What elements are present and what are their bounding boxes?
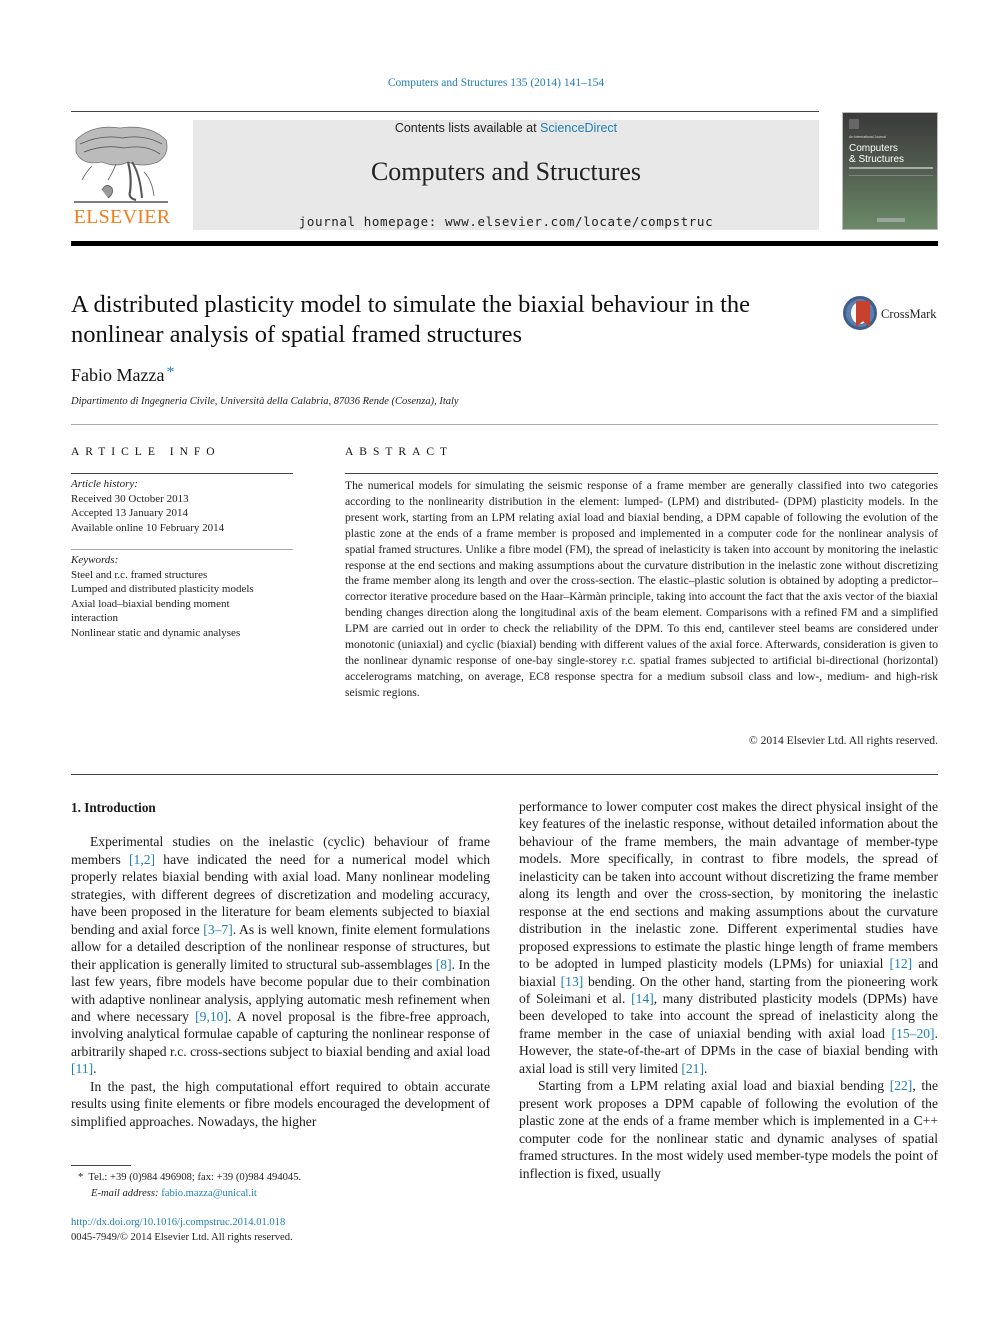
paragraph-text: .	[704, 1060, 708, 1076]
footnote-contact: Tel.: +39 (0)984 496908; fax: +39 (0)984…	[88, 1172, 302, 1183]
crossmark-icon	[843, 296, 877, 330]
paragraph-text: , the present work proposes a DPM capabl…	[519, 1078, 938, 1181]
body-paragraph: Experimental studies on the inelastic (c…	[71, 833, 490, 1077]
body-paragraph: Starting from a LPM relating axial load …	[519, 1077, 938, 1182]
history-online: Available online 10 February 2014	[71, 521, 225, 534]
doi-block: http://dx.doi.org/10.1016/j.compstruc.20…	[71, 1216, 491, 1245]
footnote-mark: *	[78, 1172, 84, 1183]
citation-link[interactable]: [1,2]	[129, 852, 155, 867]
paragraph-text: Starting from a LPM relating axial load …	[538, 1078, 890, 1094]
author-line: Fabio Mazza *	[71, 364, 174, 386]
cover-emblem-icon	[849, 119, 859, 129]
email-label: E-mail address:	[91, 1188, 159, 1199]
email-link[interactable]: fabio.mazza@unical.it	[161, 1188, 257, 1199]
contents-line: Contents lists available at ScienceDirec…	[193, 121, 819, 135]
abstract-divider	[71, 774, 938, 775]
author-footnote: * Tel.: +39 (0)984 496908; fax: +39 (0)9…	[71, 1170, 491, 1202]
cover-subtitle-bar	[849, 167, 933, 169]
paragraph-text: .	[93, 1061, 97, 1077]
journal-title: Computers and Structures	[370, 157, 642, 186]
doi-link[interactable]: http://dx.doi.org/10.1016/j.compstruc.20…	[71, 1216, 491, 1231]
keywords-label: Keywords:	[71, 554, 119, 566]
keyword-item: Steel and r.c. framed structures	[71, 568, 208, 581]
elsevier-tree-icon	[74, 126, 168, 203]
keywords: Keywords: Steel and r.c. framed structur…	[71, 553, 301, 640]
article-info-heading: ARTICLE INFO	[71, 446, 221, 458]
cover-title-line1: Computers	[849, 143, 898, 154]
header-thick-rule	[71, 241, 938, 246]
history-received: Received 30 October 2013	[71, 492, 189, 505]
keyword-item: Axial load–biaxial bending moment intera…	[71, 597, 230, 625]
body-column-left: 1. Introduction Experimental studies on …	[71, 799, 490, 1130]
affiliation: Dipartimento di Ingegneria Civile, Unive…	[71, 396, 459, 407]
footnote-rule	[71, 1165, 131, 1166]
cover-title: Computers & Structures	[849, 143, 904, 165]
journal-cover-image[interactable]: An International Journal Computers & Str…	[842, 112, 938, 230]
abstract-text: The numerical models for simulating the …	[345, 479, 938, 699]
abstract-rule	[345, 473, 938, 474]
cover-small-text: An International Journal	[849, 135, 886, 139]
title-divider	[71, 424, 938, 425]
journal-homepage-link[interactable]: journal homepage: www.elsevier.com/locat…	[193, 214, 819, 229]
citation-link[interactable]: [8]	[436, 957, 452, 972]
header-rule	[71, 111, 819, 112]
paragraph-text: performance to lower computer cost makes…	[519, 799, 938, 972]
citation-link[interactable]: [22]	[890, 1078, 913, 1093]
citation-link[interactable]: [14]	[631, 991, 654, 1006]
citation-link[interactable]: [15–20]	[892, 1026, 935, 1041]
elsevier-logo: ELSEVIER	[70, 118, 176, 234]
citation-link[interactable]: [13]	[561, 974, 584, 989]
sciencedirect-link[interactable]: ScienceDirect	[540, 121, 617, 135]
citation-link[interactable]: [9,10]	[195, 1009, 228, 1024]
crossmark-label: CrossMark	[881, 307, 937, 321]
keyword-item: Nonlinear static and dynamic analyses	[71, 626, 241, 639]
keywords-rule	[71, 549, 293, 550]
right-paragraphs: performance to lower computer cost makes…	[519, 798, 938, 1182]
left-paragraphs: Experimental studies on the inelastic (c…	[71, 833, 490, 1130]
author-name: Fabio Mazza	[71, 365, 165, 385]
body-paragraph: In the past, the high computational effo…	[71, 1078, 490, 1130]
abstract-heading: ABSTRACT	[345, 446, 454, 458]
section-title: 1. Introduction	[71, 800, 156, 815]
citation-link[interactable]: [11]	[71, 1061, 93, 1076]
journal-banner: Contents lists available at ScienceDirec…	[193, 120, 819, 230]
issn-line: 0045-7949/© 2014 Elsevier Ltd. All right…	[71, 1231, 293, 1243]
crossmark-button[interactable]: CrossMark	[843, 296, 943, 336]
citation-link[interactable]: [3–7]	[203, 922, 232, 937]
cover-divider	[849, 175, 933, 176]
article-history: Article history: Received 30 October 201…	[71, 477, 301, 535]
footnote-contact-line: * Tel.: +39 (0)984 496908; fax: +39 (0)9…	[71, 1170, 491, 1186]
article-info-rule	[71, 473, 293, 474]
elsevier-wordmark: ELSEVIER	[73, 206, 171, 228]
abstract-copyright: © 2014 Elsevier Ltd. All rights reserved…	[748, 734, 938, 747]
citation-link[interactable]: [21]	[681, 1061, 704, 1076]
contents-prefix: Contents lists available at	[394, 121, 541, 135]
article-title: A distributed plasticity model to simula…	[71, 291, 751, 348]
keyword-item: Lumped and distributed plasticity models	[71, 583, 254, 595]
footnote-email-line: E-mail address: fabio.mazza@unical.it	[71, 1186, 491, 1202]
cover-title-line2: & Structures	[849, 154, 905, 165]
journal-reference-link[interactable]: Computers and Structures 135 (2014) 141–…	[0, 77, 992, 89]
author-footnote-link[interactable]: *	[166, 364, 174, 381]
history-label: Article history:	[71, 478, 138, 490]
paragraph-text: In the past, the high computational effo…	[71, 1078, 490, 1129]
history-accepted: Accepted 13 January 2014	[71, 507, 188, 519]
body-paragraph: performance to lower computer cost makes…	[519, 798, 938, 1077]
cover-footer-mark	[877, 218, 905, 222]
body-column-right: performance to lower computer cost makes…	[519, 798, 938, 1182]
citation-link[interactable]: [12]	[890, 956, 913, 971]
